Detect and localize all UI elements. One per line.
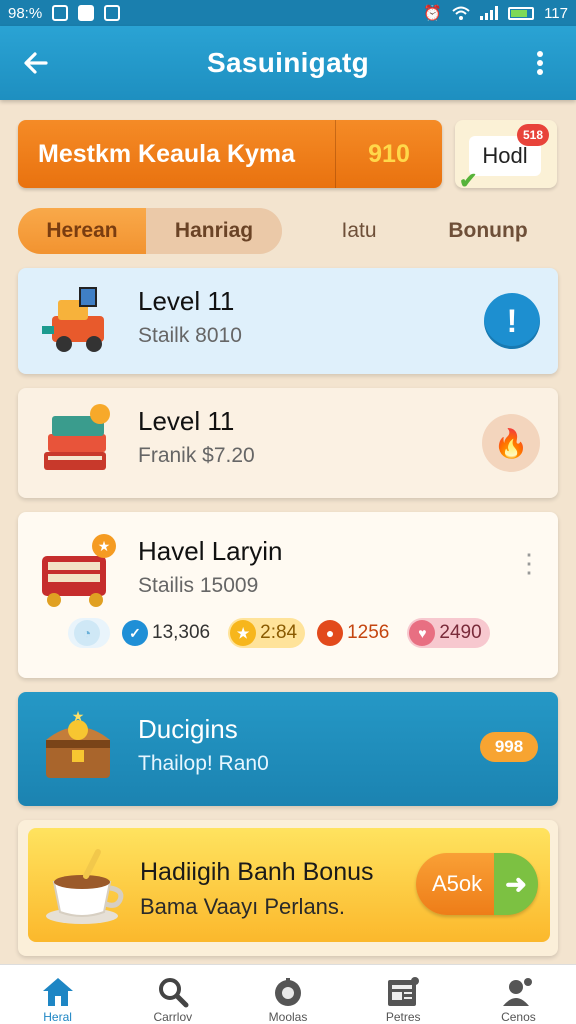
signal-icon [480,6,499,20]
hodl-card[interactable]: Hodl 518 ✔ [455,120,557,193]
svg-text:★: ★ [72,709,85,725]
notification-icon [52,5,69,21]
flame-button[interactable]: 🔥 [482,414,540,472]
banner-name: Mestkm Keaula Kyma [38,139,296,168]
stat-chip: ♥ 2490 [407,618,490,648]
battery-percent: 98:% [8,4,43,22]
coffee-cup-icon [46,849,124,924]
stat-chip: ● 1256 [315,618,397,648]
level-card-2[interactable]: Level 11 Franik $7.20 🔥 [18,388,558,498]
check-icon: ✔ [459,168,478,193]
tab-iatu[interactable]: Iatu [304,219,414,243]
svg-text:★: ★ [98,539,111,555]
nav-search[interactable]: Carrlov [115,965,230,1024]
banner-value: 910 [368,139,410,168]
card-title: Ducigins [138,714,238,744]
more-options-button[interactable]: ⋮ [516,550,542,576]
tab-segment: Herean Hanriag [18,208,282,254]
stat-chip: ✓ 13,306 [120,618,218,648]
battery-icon [508,6,535,20]
stats-row: ◔ ✓ 13,306 ★ 2:84 ● 1256 ♥ 2490 [68,618,490,648]
toy-truck-icon [42,287,104,352]
tab-hanriag[interactable]: Hanriag [146,208,282,254]
stat-chip: ★ 2:84 [228,618,306,648]
star-icon: ★ [230,620,257,646]
bottom-nav: Heral Carrlov Moolas Petres Cenos [0,964,576,1024]
book-chest-icon: ★ [42,534,116,607]
bonus-button-label: A5ok [432,871,483,896]
level-card-1[interactable]: Level 11 Stailk 8010 ! [18,268,558,374]
stat-chip: ◔ [68,618,110,648]
more-vert-icon [537,51,543,75]
app-bar: Sasuinigatg [0,26,576,100]
nav-profile[interactable]: Cenos [461,965,576,1024]
bonus-action-button[interactable]: A5ok ➜ [416,853,538,915]
overflow-menu-button[interactable] [522,45,558,81]
wifi-icon [452,6,470,20]
bonus-section: Hadiigih Banh Bonus Bama Vaayı Perlans. … [18,820,558,956]
card-subtitle: Stailk 8010 [138,324,242,347]
check-circle-icon: ✓ [122,620,148,646]
card-subtitle: Franik $7.20 [138,444,255,467]
page-title: Sasuinigatg [207,47,369,78]
info-icon: ! [506,302,518,339]
hodl-badge: 518 [517,124,549,146]
bonus-subtitle: Bama Vaayı Perlans. [140,894,346,919]
clock: 117 [544,4,568,22]
stat-value: 2:84 [260,622,298,643]
tab-herean[interactable]: Herean [18,208,146,254]
status-bar: 98:% ⏰ 117 [0,0,576,26]
card-subtitle: Thailop! Ran0 [138,752,269,775]
back-button[interactable] [18,45,54,81]
nav-label: Petres [385,1010,421,1024]
card-title: Havel Laryin [138,536,283,566]
arrow-right-icon: ➜ [494,853,538,915]
heart-icon: ♥ [409,620,436,646]
nav-news[interactable]: Petres [346,965,461,1024]
home-icon [42,977,73,1006]
nav-moolas[interactable]: Moolas [230,965,345,1024]
stat-value: 1256 [347,622,390,643]
flame-icon: 🔥 [493,427,529,459]
piggy-bank-icon [275,977,301,1006]
app-notification-icon [78,5,95,21]
stat-value: 13,306 [152,622,211,643]
nav-label: Carrlov [153,1010,193,1024]
nav-home[interactable]: Heral [0,965,115,1024]
treasure-chest-icon: ★ [46,709,110,778]
profile-icon [503,977,533,1006]
news-icon [388,976,420,1006]
back-arrow-icon [24,52,48,74]
level-card-3[interactable]: ★ Havel Laryin Stailis 15009 ⋮ ◔ ✓ 13,30… [18,512,558,678]
bonus-title: Hadiigih Banh Bonus [140,858,374,886]
alarm-icon: ⏰ [423,5,443,22]
rewards-card[interactable]: ★ Ducigins Thailop! Ran0 998 [18,692,558,806]
fire-icon: ● [317,620,344,646]
info-button[interactable]: ! [484,293,540,349]
search-icon [158,977,189,1007]
nav-label: Cenos [501,1010,536,1024]
clock-icon: ◔ [74,620,100,646]
count-badge: 998 [480,732,538,762]
bonus-card[interactable]: Hadiigih Banh Bonus Bama Vaayı Perlans. … [28,828,550,942]
card-subtitle: Stailis 15009 [138,574,259,597]
nav-label: Moolas [268,1010,308,1024]
card-title: Level 11 [138,286,235,316]
tab-bar: Herean Hanriag Iatu Bonunp [18,208,558,254]
card-title: Level 11 [138,406,235,436]
balance-banner[interactable]: Mestkm Keaula Kyma 910 [18,120,442,188]
tab-bonunp[interactable]: Bonunp [418,219,558,243]
nav-label: Heral [43,1010,72,1024]
stat-value: 2490 [439,622,482,643]
books-icon [44,404,110,470]
message-icon [104,5,121,21]
